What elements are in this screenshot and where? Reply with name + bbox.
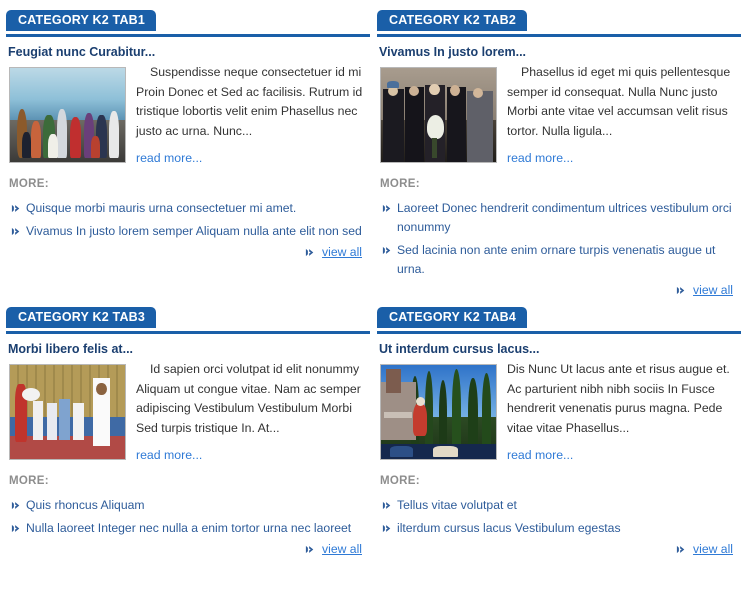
tab-header-2: CATEGORY K2 TAB2 xyxy=(377,10,741,37)
tab-label-category-k2-tab1[interactable]: CATEGORY K2 TAB1 xyxy=(6,10,157,31)
item-body-1: Suspendisse neque consectetuer id mi Pro… xyxy=(6,63,370,167)
arrow-bullet-icon xyxy=(11,227,20,236)
arrow-bullet-icon xyxy=(11,524,20,533)
tab-header-3: CATEGORY K2 TAB3 xyxy=(6,307,370,334)
list-item[interactable]: Laoreet Donec hendrerit condimentum ultr… xyxy=(377,199,741,237)
item-thumbnail-1[interactable] xyxy=(9,67,126,163)
list-item-text: Quisque morbi mauris urna consectetuer m… xyxy=(26,201,297,215)
arrow-bullet-icon xyxy=(676,545,684,554)
list-item-text: Tellus vitae volutpat et xyxy=(397,498,517,512)
list-item-text: Nulla laoreet Integer nec nulla a enim t… xyxy=(26,521,352,535)
list-item[interactable]: Sed lacinia non ante enim ornare turpis … xyxy=(377,241,741,279)
tab-header-1: CATEGORY K2 TAB1 xyxy=(6,10,370,37)
item-title-3[interactable]: Morbi libero felis at... xyxy=(8,342,370,356)
item-title-4[interactable]: Ut interdum cursus lacus... xyxy=(379,342,741,356)
item-body-2: Phasellus id eget mi quis pellentesque s… xyxy=(377,63,741,167)
more-label-4: MORE: xyxy=(380,475,420,487)
list-item-text: Laoreet Donec hendrerit condimentum ultr… xyxy=(397,201,732,234)
item-thumbnail-4[interactable] xyxy=(380,364,497,460)
tab-label-category-k2-tab4[interactable]: CATEGORY K2 TAB4 xyxy=(377,307,528,328)
category-module-tab3: CATEGORY K2 TAB3 Morbi libero felis at..… xyxy=(6,297,370,556)
view-all-link-3[interactable]: view all xyxy=(322,542,362,556)
item-thumbnail-2[interactable] xyxy=(380,67,497,163)
tab-label-category-k2-tab3[interactable]: CATEGORY K2 TAB3 xyxy=(6,307,157,328)
list-item[interactable]: Quisque morbi mauris urna consectetuer m… xyxy=(6,199,370,218)
view-all-wrap-4: view all xyxy=(377,542,741,556)
category-module-tab2: CATEGORY K2 TAB2 Vivamus In justo lorem.… xyxy=(377,0,741,297)
list-item[interactable]: ilterdum cursus lacus Vestibulum egestas xyxy=(377,519,741,538)
arrow-bullet-icon xyxy=(676,286,684,295)
more-label-3: MORE: xyxy=(9,475,49,487)
arrow-bullet-icon xyxy=(382,524,391,533)
item-thumbnail-3[interactable] xyxy=(9,364,126,460)
view-all-link-4[interactable]: view all xyxy=(693,542,733,556)
arrow-bullet-icon xyxy=(11,204,20,213)
list-item[interactable]: Quis rhoncus Aliquam xyxy=(6,496,370,515)
item-title-1[interactable]: Feugiat nunc Curabitur... xyxy=(8,45,370,59)
arrow-bullet-icon xyxy=(305,248,313,257)
list-item[interactable]: Vivamus In justo lorem semper Aliquam nu… xyxy=(6,222,370,241)
list-item-text: Sed lacinia non ante enim ornare turpis … xyxy=(397,243,716,276)
arrow-bullet-icon xyxy=(11,501,20,510)
tab-label-category-k2-tab2[interactable]: CATEGORY K2 TAB2 xyxy=(377,10,528,31)
more-list-2: Laoreet Donec hendrerit condimentum ultr… xyxy=(377,199,741,279)
tab-header-4: CATEGORY K2 TAB4 xyxy=(377,307,741,334)
view-all-wrap-1: view all xyxy=(6,245,370,259)
item-body-4: Dis Nunc Ut lacus ante et risus augue et… xyxy=(377,360,741,464)
arrow-bullet-icon xyxy=(382,246,391,255)
more-label-2: MORE: xyxy=(380,178,420,190)
view-all-link-1[interactable]: view all xyxy=(322,245,362,259)
k2-category-tabs-grid: CATEGORY K2 TAB1 Feugiat nunc Curabitur.… xyxy=(0,0,741,556)
arrow-bullet-icon xyxy=(382,501,391,510)
item-body-3: Id sapien orci volutpat id elit nonummy … xyxy=(6,360,370,464)
category-module-tab1: CATEGORY K2 TAB1 Feugiat nunc Curabitur.… xyxy=(6,0,370,297)
more-label-1: MORE: xyxy=(9,178,49,190)
view-all-wrap-3: view all xyxy=(6,542,370,556)
view-all-link-2[interactable]: view all xyxy=(693,283,733,297)
item-title-2[interactable]: Vivamus In justo lorem... xyxy=(379,45,741,59)
list-item[interactable]: Tellus vitae volutpat et xyxy=(377,496,741,515)
view-all-wrap-2: view all xyxy=(377,283,741,297)
more-list-3: Quis rhoncus Aliquam Nulla laoreet Integ… xyxy=(6,496,370,538)
list-item-text: Vivamus In justo lorem semper Aliquam nu… xyxy=(26,224,362,238)
list-item[interactable]: Nulla laoreet Integer nec nulla a enim t… xyxy=(6,519,370,538)
more-list-4: Tellus vitae volutpat et ilterdum cursus… xyxy=(377,496,741,538)
list-item-text: Quis rhoncus Aliquam xyxy=(26,498,145,512)
more-list-1: Quisque morbi mauris urna consectetuer m… xyxy=(6,199,370,241)
arrow-bullet-icon xyxy=(382,204,391,213)
category-module-tab4: CATEGORY K2 TAB4 Ut interdum cursus lacu… xyxy=(377,297,741,556)
arrow-bullet-icon xyxy=(305,545,313,554)
list-item-text: ilterdum cursus lacus Vestibulum egestas xyxy=(397,521,621,535)
